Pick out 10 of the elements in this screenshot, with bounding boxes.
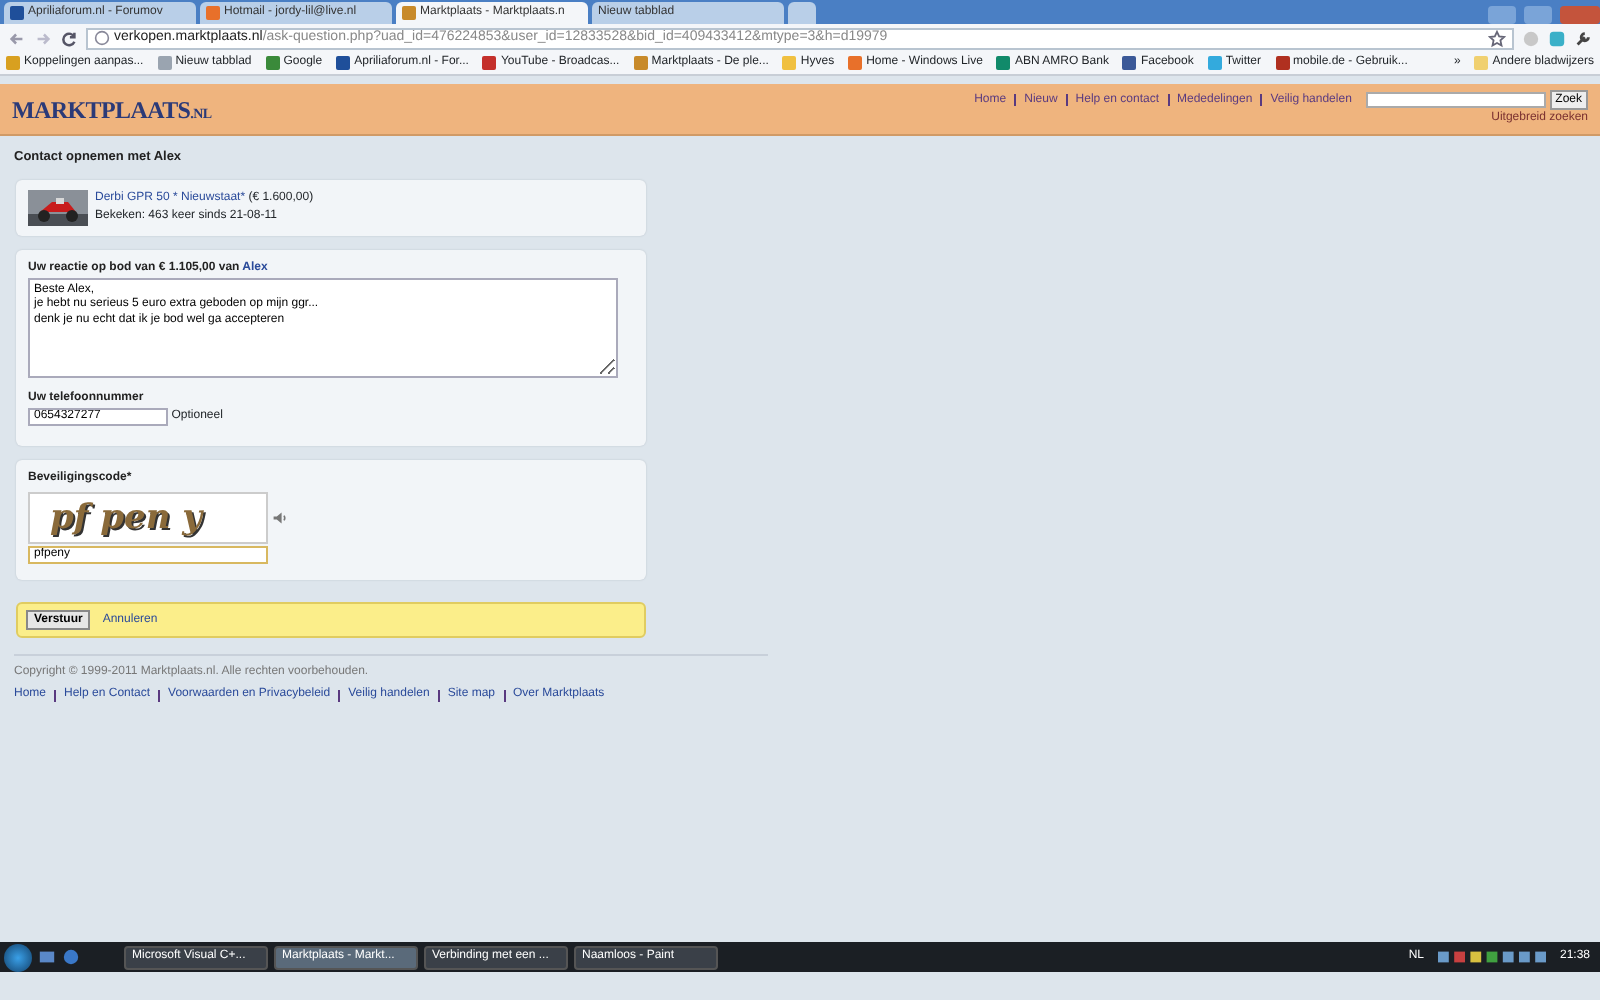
reload-icon[interactable] bbox=[60, 29, 78, 47]
star-icon[interactable] bbox=[1488, 29, 1506, 47]
wrench-icon[interactable] bbox=[1574, 29, 1592, 47]
back-icon[interactable] bbox=[8, 29, 26, 47]
search-field[interactable] bbox=[1365, 92, 1546, 108]
captcha-image: pf pen y bbox=[28, 491, 268, 544]
forward-icon[interactable] bbox=[34, 29, 52, 47]
new-tab-button[interactable] bbox=[788, 2, 816, 24]
speaker-icon[interactable] bbox=[271, 509, 288, 526]
start-button[interactable] bbox=[4, 943, 32, 971]
